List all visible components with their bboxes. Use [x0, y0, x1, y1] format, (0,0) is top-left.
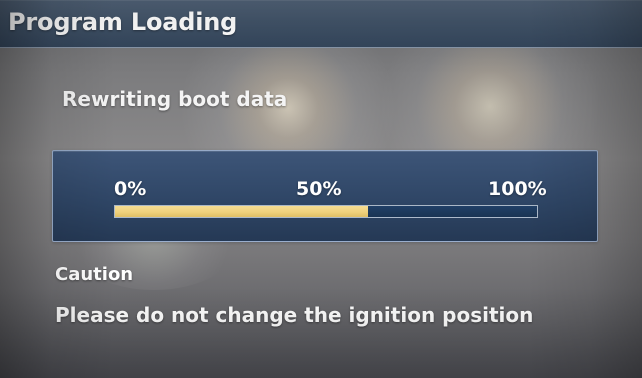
caution-text: Please do not change the ignition positi…	[55, 303, 534, 327]
progress-label-start: 0%	[114, 178, 147, 200]
progress-panel: 0% 50% 100%	[52, 150, 598, 242]
page-title: Program Loading	[8, 8, 238, 36]
progress-track	[114, 205, 538, 218]
status-message: Rewriting boot data	[62, 87, 288, 111]
progress-label-mid: 50%	[296, 178, 342, 200]
progress-fill	[115, 206, 369, 217]
display-screen: Program Loading Rewriting boot data 0% 5…	[0, 0, 642, 378]
caution-title: Caution	[55, 264, 134, 285]
header-bar: Program Loading	[0, 0, 642, 48]
progress-label-end: 100%	[488, 178, 547, 200]
